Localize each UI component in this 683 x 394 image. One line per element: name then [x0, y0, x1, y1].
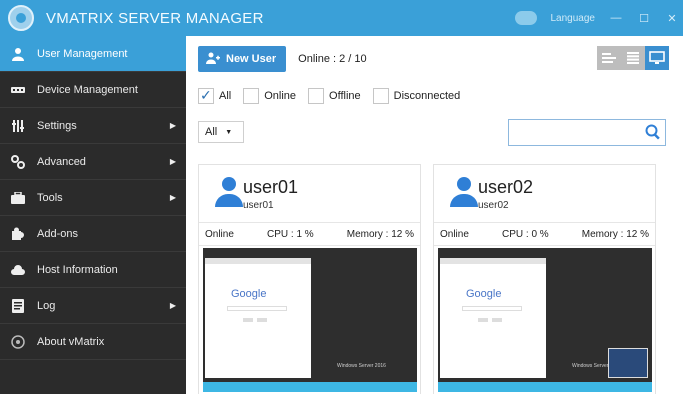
user-name: user01 [243, 177, 299, 197]
user-avatar-icon [213, 177, 245, 209]
chevron-right-icon: ▶ [169, 157, 176, 166]
group-select-value: All [205, 126, 218, 138]
sidebar-item-label: User Management [37, 47, 128, 60]
taskbar [203, 382, 417, 392]
sidebar-item-label: About vMatrix [37, 335, 105, 348]
add-user-icon [206, 52, 220, 67]
sidebar-item-label: Device Management [37, 83, 138, 96]
taskbar [438, 382, 652, 392]
user-status: Online [205, 228, 234, 240]
search-icon[interactable] [645, 124, 661, 140]
main-panel: New User Online : 2 / 10 All Online Offl… [186, 36, 683, 394]
sidebar-item-label: Advanced [37, 155, 86, 168]
user-status: Online [440, 228, 469, 240]
checkbox[interactable] [243, 88, 260, 104]
user-stats: Online CPU : 0 % Memory : 12 % [434, 222, 655, 246]
chevron-right-icon: ▶ [169, 193, 176, 202]
popup-window [608, 348, 648, 378]
view-screen-icon[interactable] [645, 46, 669, 70]
filter-online-checkbox[interactable]: Online [243, 88, 296, 104]
cloud-icon [10, 263, 26, 277]
user-avatar-icon [448, 177, 480, 209]
filter-all-label: All [219, 90, 232, 102]
view-list-icon[interactable] [597, 46, 621, 70]
checkbox[interactable] [372, 88, 389, 104]
sidebar-item-host-information[interactable]: Host Information [0, 252, 186, 288]
app-title: VMATRIX SERVER MANAGER [46, 9, 264, 27]
user-subname: user02 [478, 200, 509, 211]
browser-window: Google [205, 258, 311, 378]
checkbox[interactable] [308, 88, 325, 104]
sidebar-item-label: Tools [37, 191, 63, 204]
google-logo: Google [466, 288, 502, 300]
search-box [462, 306, 522, 311]
os-brand: Windows Server 2016 [337, 363, 386, 369]
new-user-button[interactable]: New User [198, 46, 287, 72]
user-stats: Online CPU : 1 % Memory : 12 % [199, 222, 420, 246]
group-select[interactable]: All ▼ [198, 121, 244, 143]
device-icon [10, 83, 26, 97]
search-input[interactable] [508, 119, 666, 146]
sidebar-item-user-management[interactable]: User Management [0, 36, 186, 72]
status-filters: All Online Offline Disconnected [198, 87, 468, 104]
user-memory: Memory : 12 % [581, 228, 649, 240]
user-screen-thumbnail[interactable]: Google Windows Server 2016 [203, 248, 417, 392]
chevron-down-icon: ▼ [225, 128, 233, 136]
search-box [227, 306, 287, 311]
sidebar-item-log[interactable]: Log ▶ [0, 288, 186, 324]
sidebar-item-tools[interactable]: Tools ▶ [0, 180, 186, 216]
sidebar-item-settings[interactable]: Settings ▶ [0, 108, 186, 144]
sidebar-item-about[interactable]: About vMatrix [0, 324, 186, 360]
user-icon [10, 47, 26, 61]
search-button [243, 318, 253, 322]
maximize-button[interactable]: ☐ [637, 12, 651, 25]
sidebar-item-advanced[interactable]: Advanced ▶ [0, 144, 186, 180]
chevron-right-icon: ▶ [169, 121, 176, 130]
filter-online-label: Online [264, 90, 297, 102]
checkbox-checked[interactable] [198, 87, 214, 104]
user-name: user02 [478, 177, 534, 197]
settings-icon [10, 119, 26, 133]
sidebar: User Management Device Management Settin… [0, 36, 186, 394]
language-label[interactable]: Language [551, 13, 596, 24]
user-cpu: CPU : 1 % [267, 228, 314, 240]
sidebar-item-add-ons[interactable]: Add-ons [0, 216, 186, 252]
view-detail-icon[interactable] [621, 46, 645, 70]
user-card[interactable]: user02 user02 Online CPU : 0 % Memory : … [433, 164, 656, 394]
close-button[interactable]: ✕ [665, 12, 679, 25]
lucky-button [492, 318, 502, 322]
sidebar-item-device-management[interactable]: Device Management [0, 72, 186, 108]
filter-all-checkbox[interactable]: All [198, 87, 232, 104]
about-icon [10, 334, 26, 349]
app-logo [8, 5, 34, 31]
search-button [478, 318, 488, 322]
advanced-icon [10, 154, 26, 169]
user-card[interactable]: user01 user01 Online CPU : 1 % Memory : … [198, 164, 421, 394]
browser-window: Google [440, 258, 546, 378]
user-subname: user01 [243, 200, 274, 211]
title-bar: VMATRIX SERVER MANAGER Language — ☐ ✕ [0, 0, 683, 36]
globe-icon[interactable] [514, 11, 537, 25]
chevron-right-icon: ▶ [169, 301, 176, 310]
filter-disconnected-checkbox[interactable]: Disconnected [372, 88, 461, 104]
puzzle-icon [10, 227, 26, 241]
google-logo: Google [231, 288, 267, 300]
sidebar-item-label: Log [37, 299, 56, 312]
sidebar-item-label: Host Information [37, 263, 118, 276]
user-cpu: CPU : 0 % [502, 228, 549, 240]
user-memory: Memory : 12 % [346, 228, 414, 240]
new-user-label: New User [226, 53, 277, 65]
tools-icon [10, 191, 26, 205]
online-count: Online : 2 / 10 [298, 53, 367, 65]
filter-offline-checkbox[interactable]: Offline [308, 88, 361, 104]
minimize-button[interactable]: — [609, 12, 623, 24]
log-icon [10, 298, 26, 313]
sidebar-item-label: Settings [37, 119, 77, 132]
sidebar-item-label: Add-ons [37, 227, 78, 240]
filter-offline-label: Offline [329, 90, 361, 102]
user-screen-thumbnail[interactable]: Google Windows Server 2016 [438, 248, 652, 392]
lucky-button [257, 318, 267, 322]
filter-disconnected-label: Disconnected [393, 90, 461, 102]
